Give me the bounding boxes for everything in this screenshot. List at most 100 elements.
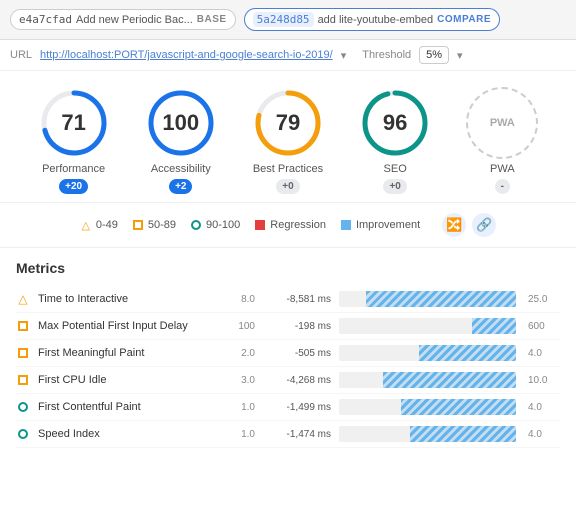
score-seo: 96 SEO +0 xyxy=(359,87,431,194)
metric-max-val: 4.0 xyxy=(528,402,560,413)
legend-90-100-label: 90-100 xyxy=(206,219,240,231)
metric-base-val: 3.0 xyxy=(223,375,255,386)
metric-delta-val: -1,474 ms xyxy=(263,429,331,440)
improvement-icon xyxy=(340,219,352,231)
top-bar: e4a7cfad Add new Periodic Bac... BASE 5a… xyxy=(0,0,576,40)
seo-label: SEO xyxy=(384,163,407,175)
metric-base-val: 8.0 xyxy=(223,294,255,305)
score-performance: 71 Performance +20 xyxy=(38,87,110,194)
metric-row-first-contentful-paint: First Contentful Paint 1.0 -1,499 ms 4.0 xyxy=(16,394,560,421)
metric-icon-circle xyxy=(16,400,30,414)
metric-base-val: 100 xyxy=(223,321,255,332)
seo-delta: +0 xyxy=(383,179,406,194)
url-value[interactable]: http://localhost:PORT/javascript-and-goo… xyxy=(40,49,333,61)
metric-row-first-meaningful-paint: First Meaningful Paint 2.0 -505 ms 4.0 xyxy=(16,340,560,367)
metrics-rows: △ Time to Interactive 8.0 -8,581 ms 25.0… xyxy=(16,286,560,448)
scores-area: 71 Performance +20 100 Accessibility +2 … xyxy=(0,71,576,203)
metric-icon-square xyxy=(16,373,30,387)
legend-0-49: △ 0-49 xyxy=(80,219,118,231)
metric-max-val: 600 xyxy=(528,321,560,332)
metric-bar-container xyxy=(339,399,516,415)
metric-bar xyxy=(410,426,516,442)
metric-bar-container xyxy=(339,426,516,442)
compare-commit-description: add lite-youtube-embed xyxy=(318,14,434,26)
metric-delta-val: -198 ms xyxy=(263,321,331,332)
metric-icon-triangle: △ xyxy=(16,292,30,306)
metric-name: First Meaningful Paint xyxy=(38,347,215,359)
pwa-label: PWA xyxy=(490,163,515,175)
legend-improvement-label: Improvement xyxy=(356,219,420,231)
base-label: BASE xyxy=(197,14,227,25)
best-practices-label: Best Practices xyxy=(253,163,323,175)
square-icon xyxy=(132,219,144,231)
threshold-label: Threshold xyxy=(362,49,411,61)
pwa-delta: - xyxy=(495,179,510,194)
metric-bar xyxy=(383,372,516,388)
metric-bar-container xyxy=(339,345,516,361)
metric-max-val: 4.0 xyxy=(528,429,560,440)
action-shuffle-button[interactable]: 🔀 xyxy=(442,213,466,237)
regression-icon xyxy=(254,219,266,231)
metric-bar xyxy=(366,291,516,307)
url-bar: URL http://localhost:PORT/javascript-and… xyxy=(0,40,576,71)
metric-name: First CPU Idle xyxy=(38,374,215,386)
circle-icon xyxy=(190,219,202,231)
pwa-circle: PWA xyxy=(466,87,538,159)
metric-name: Time to Interactive xyxy=(38,293,215,305)
accessibility-circle: 100 xyxy=(145,87,217,159)
performance-value: 71 xyxy=(61,110,85,136)
metric-row-speed-index: Speed Index 1.0 -1,474 ms 4.0 xyxy=(16,421,560,448)
legend-improvement: Improvement xyxy=(340,219,420,231)
seo-value: 96 xyxy=(383,110,407,136)
metric-icon-square xyxy=(16,346,30,360)
legend-50-89: 50-89 xyxy=(132,219,176,231)
metric-bar-container xyxy=(339,318,516,334)
performance-circle: 71 xyxy=(38,87,110,159)
metric-delta-val: -505 ms xyxy=(263,348,331,359)
metric-row-max-potential-fid: Max Potential First Input Delay 100 -198… xyxy=(16,313,560,340)
metric-delta-val: -1,499 ms xyxy=(263,402,331,413)
accessibility-value: 100 xyxy=(162,110,199,136)
base-commit-hash: e4a7cfad xyxy=(19,13,72,26)
metric-bar-container xyxy=(339,291,516,307)
metric-bar-container xyxy=(339,372,516,388)
metric-base-val: 2.0 xyxy=(223,348,255,359)
legend-0-49-label: 0-49 xyxy=(96,219,118,231)
metric-icon-circle xyxy=(16,427,30,441)
legend-50-89-label: 50-89 xyxy=(148,219,176,231)
metric-max-val: 10.0 xyxy=(528,375,560,386)
metrics-section: Metrics △ Time to Interactive 8.0 -8,581… xyxy=(0,248,576,460)
base-commit-description: Add new Periodic Bac... xyxy=(76,14,193,26)
performance-delta: +20 xyxy=(59,179,88,194)
compare-commit-badge[interactable]: 5a248d85 add lite-youtube-embed COMPARE xyxy=(244,8,500,31)
metric-max-val: 4.0 xyxy=(528,348,560,359)
metric-delta-val: -8,581 ms xyxy=(263,294,331,305)
metrics-title: Metrics xyxy=(16,260,560,276)
legend-regression-label: Regression xyxy=(270,219,326,231)
metric-base-val: 1.0 xyxy=(223,402,255,413)
accessibility-delta: +2 xyxy=(169,179,192,194)
legend-90-100: 90-100 xyxy=(190,219,240,231)
legend: △ 0-49 50-89 90-100 Regression Improveme… xyxy=(0,203,576,248)
metric-icon-square xyxy=(16,319,30,333)
url-label-text: URL xyxy=(10,49,32,61)
base-commit-badge[interactable]: e4a7cfad Add new Periodic Bac... BASE xyxy=(10,9,236,30)
best-practices-value: 79 xyxy=(276,110,300,136)
score-pwa: PWA PWA - xyxy=(466,87,538,194)
metric-bar xyxy=(472,318,516,334)
threshold-value[interactable]: 5% xyxy=(419,46,449,64)
performance-label: Performance xyxy=(42,163,105,175)
best-practices-delta: +0 xyxy=(276,179,299,194)
url-dropdown-arrow[interactable]: ▾ xyxy=(341,49,347,62)
metric-name: Speed Index xyxy=(38,428,215,440)
action-link-button[interactable]: 🔗 xyxy=(472,213,496,237)
triangle-icon: △ xyxy=(80,219,92,231)
threshold-dropdown-arrow[interactable]: ▾ xyxy=(457,49,463,62)
metric-bar xyxy=(401,399,516,415)
score-accessibility: 100 Accessibility +2 xyxy=(145,87,217,194)
seo-circle: 96 xyxy=(359,87,431,159)
legend-actions: 🔀 🔗 xyxy=(442,213,496,237)
metric-name: Max Potential First Input Delay xyxy=(38,320,215,332)
score-best-practices: 79 Best Practices +0 xyxy=(252,87,324,194)
metric-base-val: 1.0 xyxy=(223,429,255,440)
